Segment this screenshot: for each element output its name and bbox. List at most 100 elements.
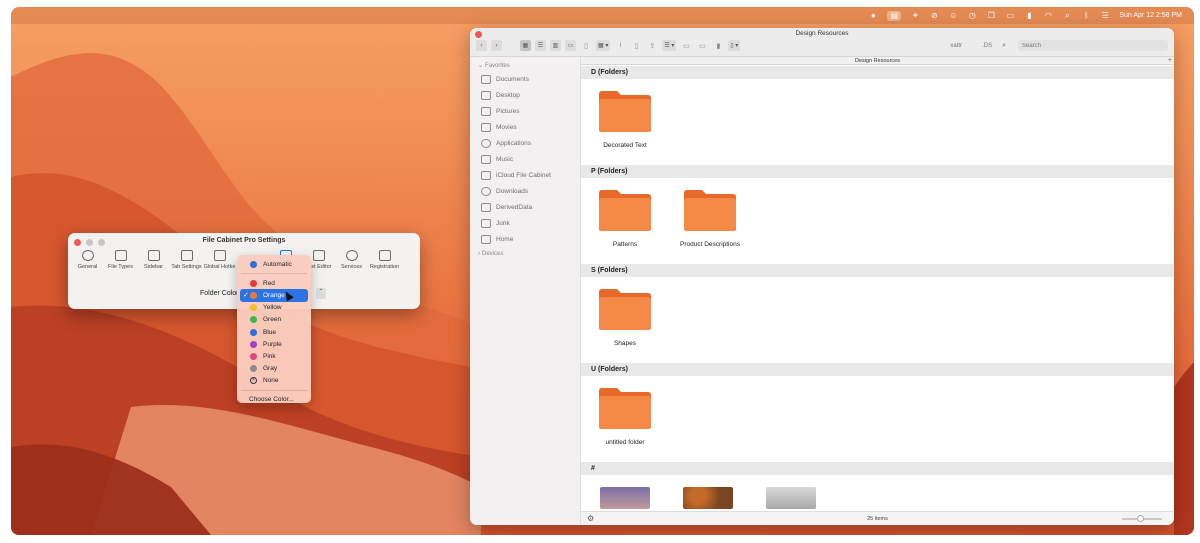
folder-product-descriptions[interactable]: Product Descriptions: [680, 189, 740, 264]
tab-file-types[interactable]: File Types: [105, 250, 136, 270]
color-option-red[interactable]: Red: [237, 277, 311, 289]
item-count: 25 items: [867, 516, 888, 522]
section-u: untitled folder: [581, 376, 1174, 462]
services-icon: [345, 250, 358, 261]
settings-title: File Cabinet Pro Settings: [202, 237, 286, 244]
image-thumbnail[interactable]: [683, 487, 733, 509]
icon-view-button[interactable]: ▦: [520, 40, 531, 51]
section-header-u: U (Folders): [581, 363, 1174, 376]
desktop: ● ▤ ✦ ⊘ ☺ ◷ ❐ ▭ ▮ ◠ ⌕ ᛒ ☰ Sun Apr 12 2:5…: [11, 7, 1194, 535]
add-tab-icon[interactable]: +: [1168, 57, 1172, 65]
back-button[interactable]: ‹: [476, 40, 487, 51]
sidebar-item-pictures[interactable]: Pictures: [470, 103, 580, 119]
choose-color-option[interactable]: Choose Color...: [237, 394, 311, 406]
tab-general[interactable]: General: [72, 250, 103, 270]
list-view-button[interactable]: ☰: [535, 40, 546, 51]
pictures-icon: [481, 106, 491, 116]
preview-icon[interactable]: ▯: [630, 42, 642, 50]
image-thumbnail[interactable]: [766, 487, 816, 509]
sidebar-favorites-header[interactable]: ⌄ Favorites: [470, 60, 580, 71]
lock-icon[interactable]: ☺: [948, 11, 958, 21]
folder-icon: [481, 203, 491, 213]
menu-bar-clock[interactable]: Sun Apr 12 2:58 PM: [1119, 12, 1182, 19]
trash-icon[interactable]: ▮: [712, 42, 724, 50]
tab-tab-settings[interactable]: Tab Settings: [171, 250, 202, 270]
action-button[interactable]: ☰ ▾: [662, 40, 677, 51]
bluetooth-icon[interactable]: ᛒ: [1081, 11, 1091, 21]
purple-color-dot: [250, 340, 257, 348]
color-option-orange[interactable]: ✓ Orange: [240, 289, 308, 302]
finder-window: Design Resources ‹ › ▦ ☰ ▥ ▭ ▯ ▦ ▾ i ▯ ⇪…: [470, 28, 1174, 525]
folder-icon: [599, 91, 651, 132]
tab-sidebar[interactable]: Sidebar: [138, 250, 169, 270]
terminal-icon[interactable]: ▭: [680, 42, 692, 50]
color-option-yellow[interactable]: Yellow: [237, 302, 311, 314]
color-option-green[interactable]: Green: [237, 314, 311, 326]
clock-icon[interactable]: ◷: [967, 11, 977, 21]
card-icon[interactable]: ▭: [1005, 11, 1015, 21]
folder-color-popup-arrow[interactable]: ⌃: [316, 288, 326, 299]
group-button[interactable]: ▦ ▾: [596, 40, 611, 51]
sidebar-item-documents[interactable]: Documents: [470, 71, 580, 87]
sidebar-item-home[interactable]: Home: [470, 232, 580, 248]
ds-toggle[interactable]: .DS: [982, 43, 992, 49]
icon-size-slider-knob[interactable]: [1137, 515, 1144, 522]
tab-icon: [180, 250, 193, 261]
folder-icon: [599, 289, 651, 330]
new-folder-icon[interactable]: ▭: [696, 42, 708, 50]
sidebar-item-junk[interactable]: Junk: [470, 216, 580, 232]
sidebar-item-downloads[interactable]: Downloads: [470, 184, 580, 200]
info-icon[interactable]: i: [614, 42, 626, 49]
folder-patterns[interactable]: Patterns: [598, 189, 652, 264]
sidebar-item-deriveddata[interactable]: DerivedData: [470, 200, 580, 216]
search-icon[interactable]: ⌕: [1062, 11, 1072, 21]
sidebar-item-icloud[interactable]: iCloud File Cabinet: [470, 168, 580, 184]
battery-icon[interactable]: ▮: [1024, 11, 1034, 21]
share-icon[interactable]: ⇪: [646, 42, 658, 50]
xattr-toggle[interactable]: xattr: [950, 43, 962, 49]
tab-global-hotkeys[interactable]: Global Hotke: [204, 250, 235, 270]
section-p: Patterns Product Descriptions: [581, 178, 1174, 264]
file-cabinet-icon[interactable]: ▤: [887, 10, 902, 21]
folder-decorated-text[interactable]: Decorated Text: [598, 90, 652, 165]
sidebar-devices-header[interactable]: › Devices: [470, 248, 580, 259]
chevron-right-icon: ›: [478, 250, 480, 257]
window-icon[interactable]: ❐: [986, 11, 996, 21]
image-thumbnail[interactable]: [600, 487, 650, 509]
color-option-blue[interactable]: Blue: [237, 326, 311, 338]
sidebar-toggle-icon[interactable]: ▯: [580, 42, 592, 50]
download-icon: [481, 187, 491, 197]
sidebar-item-applications[interactable]: Applications: [470, 135, 580, 151]
record-icon[interactable]: ●: [868, 11, 878, 21]
column-view-button[interactable]: ▥: [550, 40, 561, 51]
control-center-icon[interactable]: ☰: [1100, 11, 1110, 21]
automatic-color-dot: [250, 260, 257, 268]
tab-registration[interactable]: Registration: [369, 250, 400, 270]
folder-shapes[interactable]: Shapes: [598, 288, 652, 363]
gallery-view-button[interactable]: ▭: [565, 40, 576, 51]
tab-services[interactable]: Services: [336, 250, 367, 270]
sidebar-item-desktop[interactable]: Desktop: [470, 87, 580, 103]
sidebar-item-music[interactable]: Music: [470, 151, 580, 167]
color-option-pink[interactable]: Pink: [237, 350, 311, 362]
section-header-s: S (Folders): [581, 264, 1174, 277]
wifi-icon[interactable]: ◠: [1043, 11, 1053, 21]
sidebar-item-movies[interactable]: Movies: [470, 119, 580, 135]
new-file-button[interactable]: ▯ ▾: [728, 40, 741, 51]
color-option-automatic[interactable]: Automatic: [237, 258, 311, 270]
color-option-gray[interactable]: Gray: [237, 363, 311, 375]
gray-color-dot: [250, 365, 257, 373]
forward-button[interactable]: ›: [491, 40, 502, 51]
check-circle-icon[interactable]: ⊘: [929, 11, 939, 21]
folder-untitled[interactable]: untitled folder: [598, 387, 652, 462]
section-hash: [581, 475, 1174, 509]
finder-titlebar: Design Resources ‹ › ▦ ☰ ▥ ▭ ▯ ▦ ▾ i ▯ ⇪…: [470, 28, 1174, 57]
ai-icon[interactable]: ✦: [910, 11, 920, 21]
menu-separator: [241, 389, 307, 391]
color-option-none[interactable]: × None: [237, 375, 311, 387]
finder-status-bar: ⚙ 25 items: [581, 511, 1174, 525]
color-option-purple[interactable]: Purple: [237, 338, 311, 350]
search-input[interactable]: [1018, 40, 1168, 51]
text-document-icon: [312, 250, 325, 261]
section-header-p: P (Folders): [581, 165, 1174, 178]
